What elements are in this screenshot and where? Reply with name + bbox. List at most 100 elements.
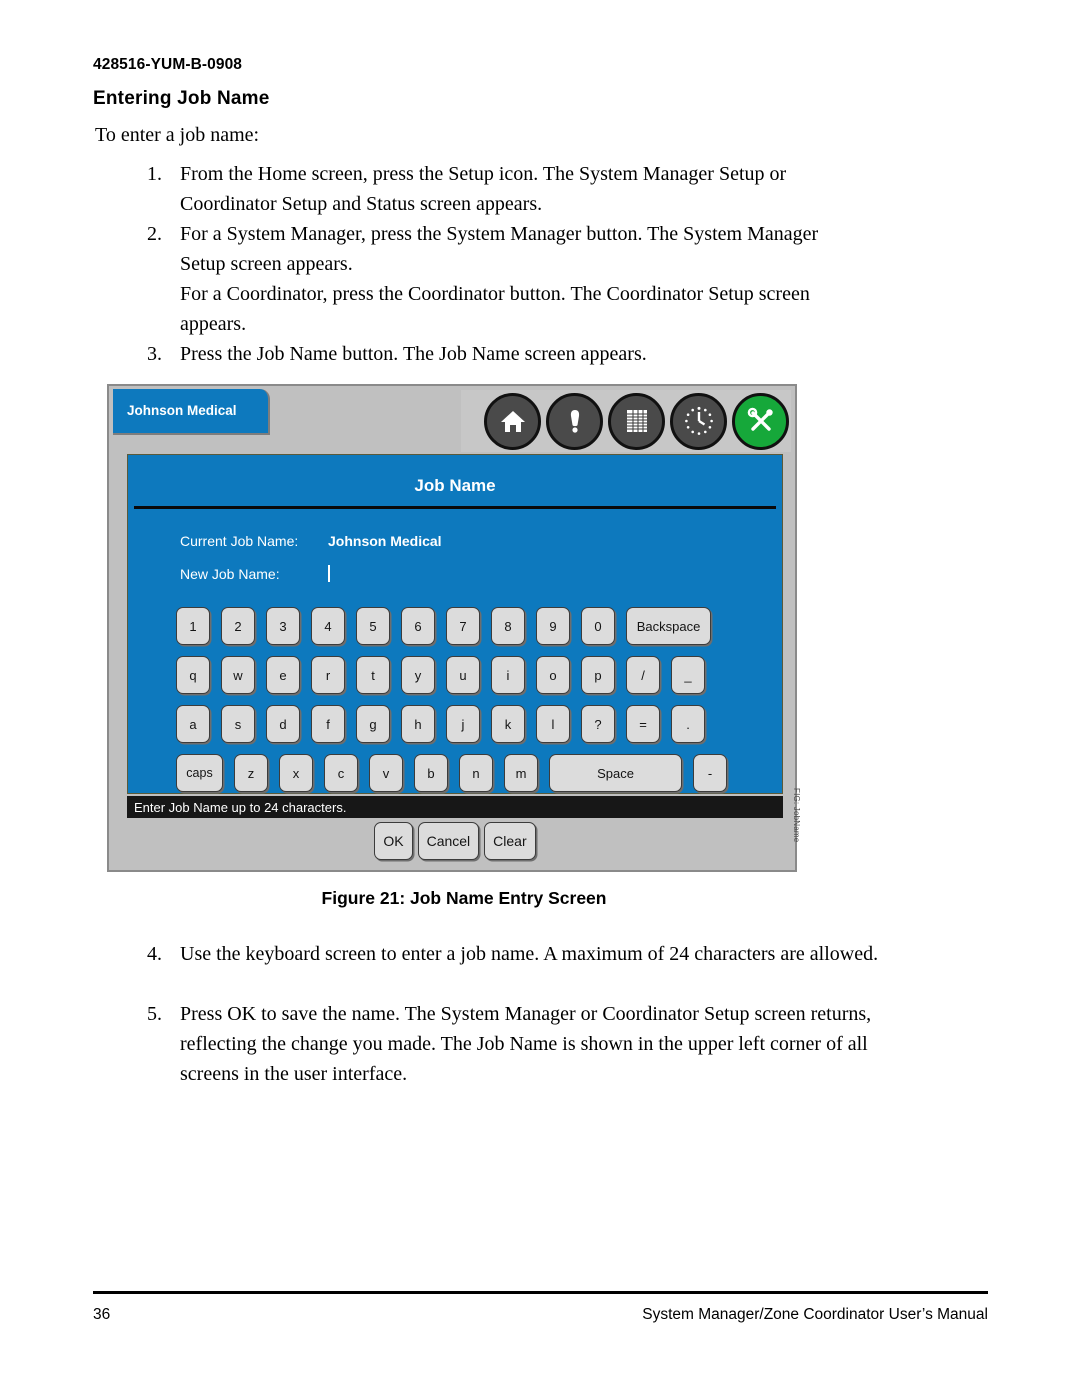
current-job-name-row: Current Job Name: Johnson Medical: [180, 533, 442, 549]
key-m[interactable]: m: [504, 754, 538, 792]
key-e[interactable]: e: [266, 656, 300, 694]
device-screen: Johnson Medical Job Name Current Job Nam…: [107, 384, 797, 872]
procedure-step-3: 3. Press the Job Name button. The Job Na…: [126, 339, 866, 369]
key-caps[interactable]: caps: [176, 754, 223, 792]
key-z[interactable]: z: [234, 754, 268, 792]
key-v[interactable]: v: [369, 754, 403, 792]
keyboard-row-2: q w e r t y u i o p / _: [176, 656, 746, 694]
key-4[interactable]: 4: [311, 607, 345, 645]
onscreen-keyboard: 1 2 3 4 5 6 7 8 9 0 Backspace q w e r t …: [176, 607, 746, 803]
ok-button[interactable]: OK: [374, 822, 413, 860]
clear-button[interactable]: Clear: [484, 822, 536, 860]
keyboard-row-1: 1 2 3 4 5 6 7 8 9 0 Backspace: [176, 607, 746, 645]
key-8[interactable]: 8: [491, 607, 525, 645]
key-l[interactable]: l: [536, 705, 570, 743]
panel-divider: [134, 506, 776, 509]
current-job-name-label: Current Job Name:: [180, 533, 299, 549]
key-backspace[interactable]: Backspace: [626, 607, 711, 645]
key-o[interactable]: o: [536, 656, 570, 694]
key-p[interactable]: p: [581, 656, 615, 694]
step-number: 1.: [147, 163, 162, 185]
job-name-panel: Job Name Current Job Name: Johnson Medica…: [127, 454, 783, 794]
procedure-step-4: 4. Use the keyboard screen to enter a jo…: [126, 939, 886, 969]
clock-icon[interactable]: [670, 392, 727, 450]
key-g[interactable]: g: [356, 705, 390, 743]
key-c[interactable]: c: [324, 754, 358, 792]
figure-side-label: FIG: JobName: [792, 788, 801, 843]
new-job-name-label: New Job Name:: [180, 566, 280, 582]
key-6[interactable]: 6: [401, 607, 435, 645]
dialog-button-bar: OK Cancel Clear: [127, 820, 783, 868]
key-a[interactable]: a: [176, 705, 210, 743]
manual-title: System Manager/Zone Coordinator User’s M…: [642, 1306, 988, 1323]
key-b[interactable]: b: [414, 754, 448, 792]
step-text: Press the Job Name button. The Job Name …: [180, 343, 647, 365]
key-5[interactable]: 5: [356, 607, 390, 645]
new-job-name-row[interactable]: New Job Name:: [180, 565, 330, 582]
panel-title: Job Name: [414, 476, 496, 495]
key-i[interactable]: i: [491, 656, 525, 694]
step-number: 3.: [147, 343, 162, 365]
key-r[interactable]: r: [311, 656, 345, 694]
step-number: 4.: [147, 943, 162, 965]
intro-text: To enter a job name:: [95, 124, 260, 146]
key-9[interactable]: 9: [536, 607, 570, 645]
keyboard-row-3: a s d f g h j k l ? = .: [176, 705, 746, 743]
status-message: Enter Job Name up to 24 characters.: [134, 799, 347, 815]
step-text: Press OK to save the name. The System Ma…: [180, 1003, 872, 1085]
key-f[interactable]: f: [311, 705, 345, 743]
key-x[interactable]: x: [279, 754, 313, 792]
screen-toolbar: [461, 390, 791, 452]
current-job-name-value: Johnson Medical: [328, 533, 442, 549]
step-number: 5.: [147, 1003, 162, 1025]
step-text: For a System Manager, press the System M…: [180, 223, 819, 275]
manual-page: 428516-YUM-B-0908 Entering Job Name To e…: [0, 0, 1080, 1397]
key-equals[interactable]: =: [626, 705, 660, 743]
key-w[interactable]: w: [221, 656, 255, 694]
key-0[interactable]: 0: [581, 607, 615, 645]
key-d[interactable]: d: [266, 705, 300, 743]
procedure-step-1: 1. From the Home screen, press the Setup…: [126, 159, 866, 219]
status-bar: Enter Job Name up to 24 characters.: [127, 796, 783, 818]
tools-icon[interactable]: [732, 392, 789, 450]
key-1[interactable]: 1: [176, 607, 210, 645]
home-icon[interactable]: [484, 392, 541, 450]
procedure-step-2: 2. For a System Manager, press the Syste…: [126, 219, 866, 279]
step-text: For a Coordinator, press the Coordinator…: [180, 283, 810, 335]
alert-icon[interactable]: [546, 392, 603, 450]
keyboard-row-4: caps z x c v b n m Space -: [176, 754, 746, 792]
procedure-step-2-continued: For a Coordinator, press the Coordinator…: [180, 279, 880, 339]
key-h[interactable]: h: [401, 705, 435, 743]
figure-job-name-entry-screen: Johnson Medical Job Name Current Job Nam…: [107, 384, 821, 874]
key-n[interactable]: n: [459, 754, 493, 792]
page-number: 36: [93, 1306, 111, 1323]
footer-divider: [93, 1291, 988, 1294]
text-cursor: [328, 565, 330, 582]
key-3[interactable]: 3: [266, 607, 300, 645]
procedure-step-5: 5. Press OK to save the name. The System…: [126, 999, 886, 1089]
key-j[interactable]: j: [446, 705, 480, 743]
table-icon[interactable]: [608, 392, 665, 450]
key-t[interactable]: t: [356, 656, 390, 694]
section-heading: Entering Job Name: [93, 88, 270, 109]
key-period[interactable]: .: [671, 705, 705, 743]
key-u[interactable]: u: [446, 656, 480, 694]
key-slash[interactable]: /: [626, 656, 660, 694]
step-text: Use the keyboard screen to enter a job n…: [180, 943, 879, 965]
key-2[interactable]: 2: [221, 607, 255, 645]
document-code: 428516-YUM-B-0908: [93, 56, 243, 73]
key-underscore[interactable]: _: [671, 656, 705, 694]
key-k[interactable]: k: [491, 705, 525, 743]
key-question[interactable]: ?: [581, 705, 615, 743]
key-hyphen[interactable]: -: [693, 754, 727, 792]
key-s[interactable]: s: [221, 705, 255, 743]
key-q[interactable]: q: [176, 656, 210, 694]
key-7[interactable]: 7: [446, 607, 480, 645]
key-y[interactable]: y: [401, 656, 435, 694]
job-name-tab-label: Johnson Medical: [127, 403, 237, 418]
key-space[interactable]: Space: [549, 754, 682, 792]
figure-caption: Figure 21: Job Name Entry Screen: [321, 888, 607, 908]
step-number: 2.: [147, 223, 162, 245]
step-text: From the Home screen, press the Setup ic…: [180, 163, 787, 215]
cancel-button[interactable]: Cancel: [417, 822, 480, 860]
